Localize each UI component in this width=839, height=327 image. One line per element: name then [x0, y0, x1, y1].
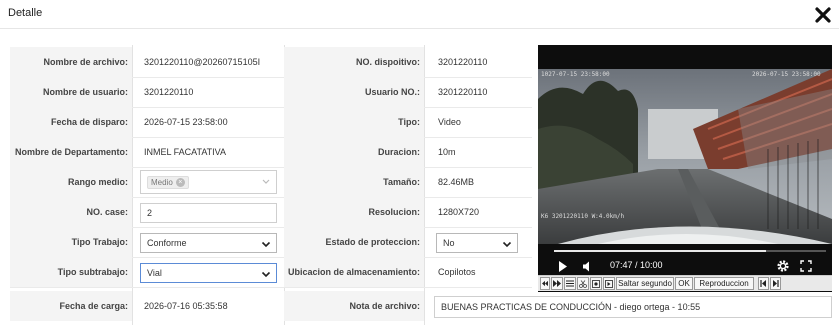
rewind-button[interactable]: [540, 277, 550, 290]
rewind-icon: [542, 280, 548, 287]
value-nombre-usuario: 3201220110: [144, 87, 194, 97]
label-tipo-trabajo: Tipo Trabajo:: [10, 227, 132, 257]
label-departamento: Nombre de Departamento:: [10, 137, 132, 167]
next-frame-button[interactable]: [603, 277, 615, 290]
fast-forward-icon: [553, 280, 561, 287]
skip-end-button[interactable]: [770, 277, 781, 290]
row-fecha-disparo: Fecha de disparo: 2026-07-15 23:58:00 Ti…: [10, 107, 532, 138]
chevron-down-icon: [261, 241, 271, 248]
chevron-down-icon: [261, 271, 271, 278]
dialog-header: Detalle: [0, 0, 839, 29]
label-no-case: NO. case:: [10, 197, 132, 227]
value-resolucion: 1280X720: [438, 207, 480, 217]
tipo-subtrabajo-select[interactable]: Vial: [140, 263, 277, 283]
nota-archivo-input[interactable]: BUENAS PRACTICAS DE CONDUCCIÓN - diego o…: [434, 296, 832, 318]
label-tamano: Tamaño:: [284, 167, 424, 197]
settings-icon[interactable]: [776, 259, 790, 275]
medio-tag-label: Medio: [151, 177, 173, 187]
snapshot-button[interactable]: [590, 277, 602, 290]
next-frame-icon: [605, 279, 613, 288]
skip-start-button[interactable]: [758, 277, 769, 290]
cut-button[interactable]: [577, 277, 589, 290]
detail-form: Nombre de archivo: 3201220110@2026071510…: [10, 45, 532, 325]
tipo-trabajo-select[interactable]: Conforme: [140, 233, 277, 253]
value-ubicacion: Copilotos: [438, 267, 476, 277]
scissors-icon: [579, 279, 587, 288]
play-icon[interactable]: [558, 261, 568, 274]
tag-remove-icon[interactable]: ×: [175, 177, 185, 187]
volume-icon[interactable]: [582, 261, 592, 274]
video-frame: 1027-07-15 23:58:00 2026-07-15 23:58:00 …: [538, 69, 832, 244]
label-fecha-disparo: Fecha de disparo:: [10, 107, 132, 137]
row-rango-medio: Rango medio: Medio × Tamaño: 82.46MB: [10, 167, 532, 198]
video-overlay-bottom-left: K6 3201220110 W:4.0km/h: [541, 213, 625, 220]
value-nombre-archivo: 3201220110@20260715105I: [144, 57, 261, 67]
label-nombre-usuario: Nombre de usuario:: [10, 77, 132, 107]
no-case-input[interactable]: 2: [140, 203, 277, 223]
value-tipo: Video: [438, 117, 461, 127]
video-time: 07:47 / 10:00: [610, 260, 663, 270]
reproduccion-select[interactable]: Reproduccion: [694, 277, 754, 290]
label-nota-archivo: Nota de archivo:: [284, 291, 424, 321]
row-nombre-archivo: Nombre de archivo: 3201220110@2026071510…: [10, 47, 532, 78]
value-tamano: 82.46MB: [438, 177, 475, 187]
detail-panel: Nombre de archivo: 3201220110@2026071510…: [10, 45, 835, 327]
row-tipo-trabajo: Tipo Trabajo: Conforme Estado de protecc…: [10, 227, 532, 258]
video-player[interactable]: 1027-07-15 23:58:00 2026-07-15 23:58:00 …: [538, 45, 832, 292]
rango-medio-select[interactable]: Medio ×: [140, 170, 277, 194]
medio-tag: Medio ×: [147, 175, 189, 189]
estado-proteccion-select[interactable]: No: [436, 233, 518, 253]
estado-proteccion-value: No: [443, 238, 455, 248]
label-fecha-carga: Fecha de carga:: [10, 291, 132, 321]
list-icon: [566, 280, 574, 287]
frame-icon: [592, 279, 600, 288]
row-departamento: Nombre de Departamento: INMEL FACATATIVA…: [10, 137, 532, 168]
value-usuario-no: 3201220110: [438, 87, 488, 97]
label-no-dispositivo: NO. dispoitivo:: [284, 47, 424, 77]
list-button[interactable]: [564, 277, 576, 290]
value-no-dispositivo: 3201220110: [438, 57, 488, 67]
value-departamento: INMEL FACATATIVA: [144, 147, 227, 157]
chevron-down-icon: [502, 241, 512, 248]
label-tipo: Tipo:: [284, 107, 424, 137]
label-ubicacion: Ubicacion de almacenamiento:: [284, 257, 424, 287]
row-no-case: NO. case: 2 Resolucion: 1280X720: [10, 197, 532, 228]
row-tipo-subtrabajo: Tipo subtrabajo: Vial Ubicacion de almac…: [10, 257, 532, 288]
label-duracion: Duracion:: [284, 137, 424, 167]
saltar-segundo-input[interactable]: Saltar segundo: [616, 277, 674, 290]
value-fecha-disparo: 2026-07-15 23:58:00: [144, 117, 228, 127]
label-estado-proteccion: Estado de proteccion:: [284, 227, 424, 257]
value-duracion: 10m: [438, 147, 456, 157]
skip-start-icon: [760, 280, 766, 287]
row-nombre-usuario: Nombre de usuario: 3201220110 Usuario NO…: [10, 77, 532, 108]
video-overlay-top-right: 2026-07-15 23:58:00: [752, 71, 821, 78]
video-overlay-top-left: 1027-07-15 23:58:00: [541, 71, 610, 78]
chevron-down-icon: [262, 179, 270, 184]
tipo-trabajo-value: Conforme: [147, 238, 187, 248]
label-usuario-no: Usuario NO.:: [284, 77, 424, 107]
value-fecha-carga: 2026-07-16 05:35:58: [144, 301, 228, 311]
fast-forward-button[interactable]: [551, 277, 563, 290]
label-tipo-subtrabajo: Tipo subtrabajo:: [10, 257, 132, 287]
label-nombre-archivo: Nombre de archivo:: [10, 47, 132, 77]
ok-button[interactable]: OK: [675, 277, 693, 290]
label-resolucion: Resolucion:: [284, 197, 424, 227]
label-rango-medio: Rango medio:: [10, 167, 132, 197]
fullscreen-icon[interactable]: [800, 260, 812, 274]
dialog-title: Detalle: [8, 7, 43, 19]
tipo-subtrabajo-value: Vial: [147, 268, 162, 278]
close-icon[interactable]: [814, 6, 832, 24]
skip-end-icon: [773, 280, 779, 287]
playback-toolbar: Saltar segundo OK Reproduccion: [538, 275, 832, 291]
